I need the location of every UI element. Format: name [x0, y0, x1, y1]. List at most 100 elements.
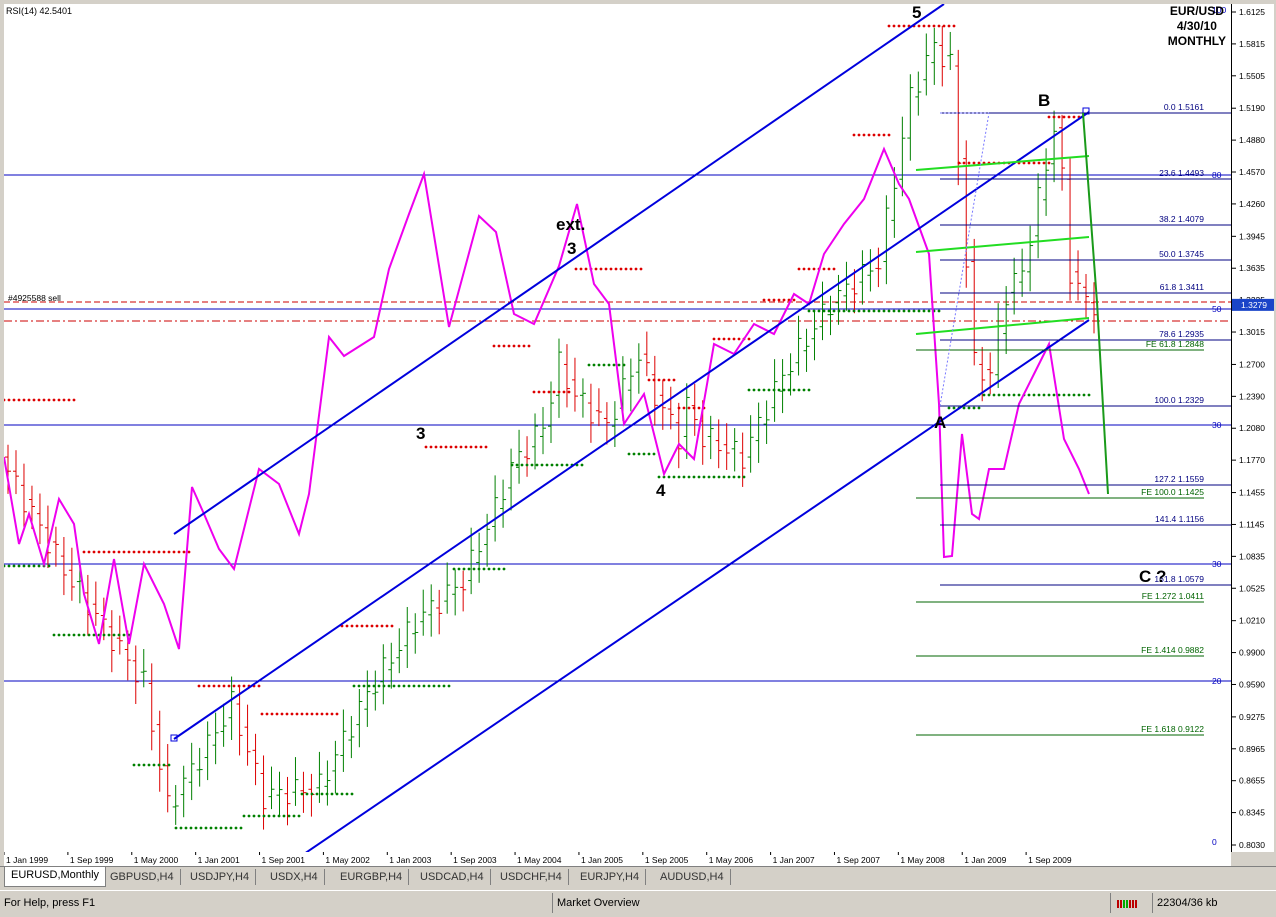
level-dot	[212, 684, 216, 688]
level-dot	[310, 792, 314, 796]
level-dot	[540, 463, 544, 467]
level-dot	[792, 298, 796, 302]
level-dot	[132, 550, 136, 554]
level-dot	[917, 309, 921, 313]
level-dot	[217, 684, 221, 688]
level-dot	[132, 763, 136, 767]
level-dot	[282, 814, 286, 818]
level-dot	[732, 337, 736, 341]
level-dot	[197, 684, 201, 688]
level-dot	[762, 388, 766, 392]
level-dot	[17, 398, 21, 402]
tab-audusd-h4[interactable]: AUDUSD,H4	[654, 869, 731, 885]
level-dot	[392, 684, 396, 688]
tab-usdx-h4[interactable]: USDX,H4	[264, 869, 325, 885]
tab-eurusd-monthly[interactable]: EURUSD,Monthly	[4, 867, 107, 887]
level-dot	[27, 398, 31, 402]
level-dot	[677, 406, 681, 410]
level-dot	[579, 267, 583, 271]
level-dot	[797, 388, 801, 392]
level-dot	[4, 398, 6, 402]
tab-gbpusd-h4[interactable]: GBPUSD,H4	[104, 869, 181, 885]
level-dot	[340, 792, 344, 796]
level-dot	[1082, 393, 1086, 397]
level-dot	[972, 161, 976, 165]
level-dot	[822, 309, 826, 313]
level-dot	[442, 684, 446, 688]
level-dot	[562, 390, 566, 394]
fib-retracement-label: 38.2 1.4079	[1159, 214, 1204, 224]
y-tick-label: 0.8345	[1239, 808, 1265, 818]
fib-retracement-label: 0.0 1.5161	[1164, 102, 1204, 112]
wave-label: ext.	[556, 215, 585, 234]
level-dot	[1057, 115, 1061, 119]
chart-title: EUR/USD 4/30/10 MONTHLY	[1168, 4, 1226, 49]
level-dot	[434, 445, 438, 449]
level-dot	[447, 684, 451, 688]
x-tick-label: 1 Jan 2003	[389, 855, 431, 865]
y-tick-label: 0.8965	[1239, 744, 1265, 754]
x-tick-label: 1 Jan 2001	[198, 855, 240, 865]
level-dot	[622, 363, 626, 367]
level-dot	[757, 388, 761, 392]
level-dot	[802, 388, 806, 392]
level-dot	[762, 298, 766, 302]
level-dot	[459, 445, 463, 449]
tab-eurjpy-h4[interactable]: EURJPY,H4	[574, 869, 647, 885]
level-dot	[807, 267, 811, 271]
level-dot	[727, 337, 731, 341]
level-dot	[177, 550, 181, 554]
level-dot	[462, 567, 466, 571]
level-dot	[187, 550, 191, 554]
level-dot	[877, 133, 881, 137]
level-dot	[707, 475, 711, 479]
level-dot	[857, 133, 861, 137]
level-dot	[202, 684, 206, 688]
level-dot	[1007, 393, 1011, 397]
level-dot	[239, 826, 243, 830]
y-tick-label: 1.2390	[1239, 391, 1265, 401]
status-profile: Market Overview	[552, 893, 640, 913]
x-tick-label: 1 May 2006	[709, 855, 754, 865]
level-dot	[877, 309, 881, 313]
tab-usdjpy-h4[interactable]: USDJPY,H4	[184, 869, 257, 885]
level-dot	[370, 624, 374, 628]
level-dot	[847, 309, 851, 313]
level-dot	[32, 564, 36, 568]
level-dot	[722, 337, 726, 341]
level-dot	[857, 309, 861, 313]
level-dot	[122, 633, 126, 637]
level-dot	[227, 684, 231, 688]
level-dot	[652, 452, 656, 456]
level-dot	[335, 792, 339, 796]
tab-usdcad-h4[interactable]: USDCAD,H4	[414, 869, 491, 885]
level-dot	[315, 712, 319, 716]
level-dot	[1012, 393, 1016, 397]
level-dot	[152, 550, 156, 554]
order-label: #4925588 sell	[8, 293, 61, 303]
chart-plot-area[interactable]: #4925588 sell 0.0 1.5161 23.6 1.4493 38.2 1…	[4, 4, 1231, 852]
level-dot	[1042, 161, 1046, 165]
level-dot	[229, 826, 233, 830]
level-dot	[777, 298, 781, 302]
level-dot	[502, 567, 506, 571]
level-dot	[292, 814, 296, 818]
level-dot	[697, 406, 701, 410]
level-dot	[437, 684, 441, 688]
level-dot	[787, 388, 791, 392]
level-dot	[37, 564, 41, 568]
level-dot	[1027, 393, 1031, 397]
level-dot	[365, 624, 369, 628]
level-dot	[444, 445, 448, 449]
level-dot	[767, 298, 771, 302]
level-dot	[290, 712, 294, 716]
status-traffic: 22304/36 kb	[1152, 893, 1218, 913]
level-dot	[1037, 393, 1041, 397]
tab-usdchf-h4[interactable]: USDCHF,H4	[494, 869, 569, 885]
level-dot	[474, 445, 478, 449]
tab-eurgbp-h4[interactable]: EURGBP,H4	[334, 869, 410, 885]
level-dot	[390, 624, 394, 628]
level-dot	[712, 475, 716, 479]
level-dot	[512, 344, 516, 348]
level-dot	[747, 388, 751, 392]
